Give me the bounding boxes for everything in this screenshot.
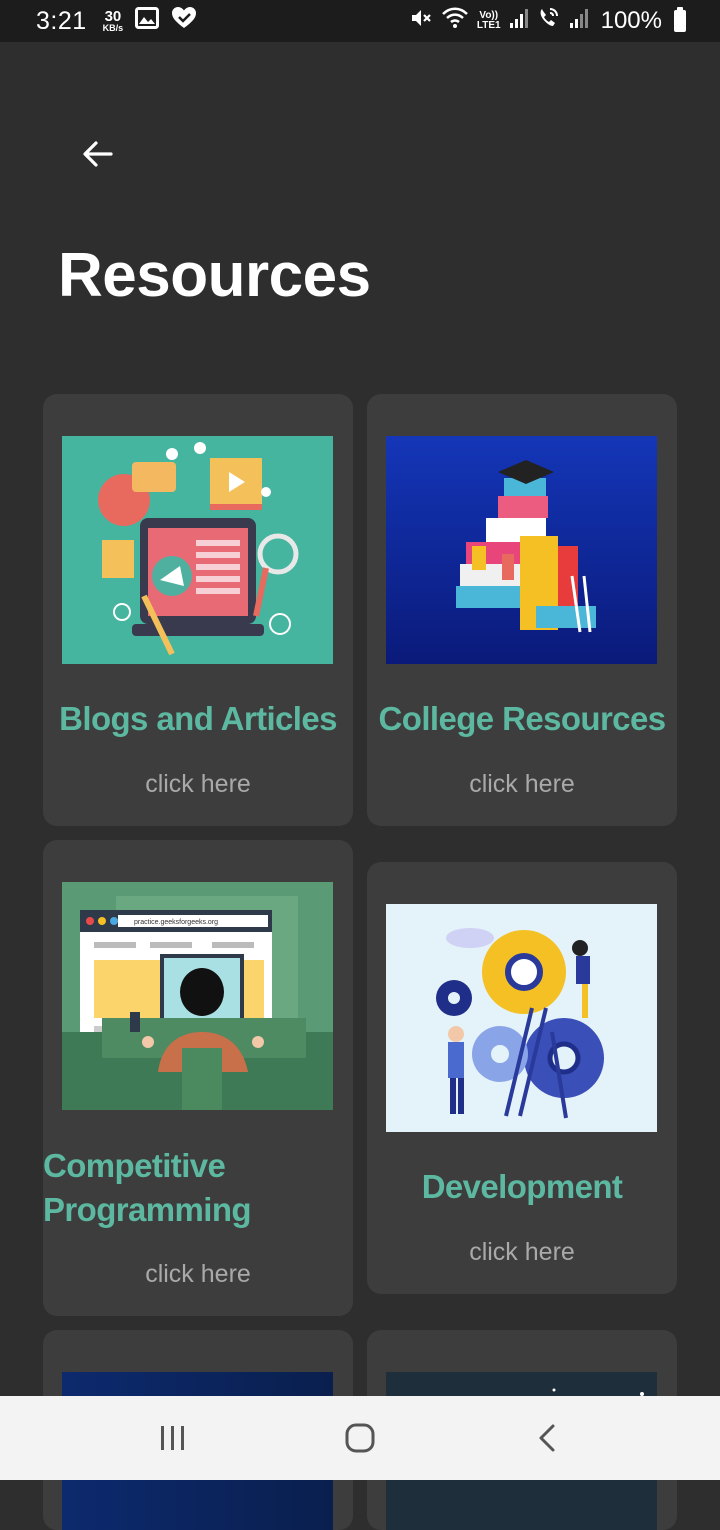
battery-percent: 100% bbox=[600, 7, 662, 34]
arrow-left-icon bbox=[83, 141, 113, 167]
status-time: 3:21 bbox=[36, 6, 87, 35]
card-title-college: College Resources bbox=[378, 700, 667, 737]
click-here-link-development[interactable]: click here bbox=[367, 1238, 677, 1267]
status-right: Vo)) LTE1 100% bbox=[409, 6, 686, 37]
card-title-competitive-programming: Competitive Programming bbox=[43, 1147, 252, 1228]
status-bar: 3:21 30 KB/s Vo)) LTE1 100% bbox=[0, 0, 720, 42]
heart-notification-icon bbox=[171, 6, 197, 37]
card-title-blogs: Blogs and Articles bbox=[59, 700, 337, 737]
resource-card-competitive-programming[interactable]: practice.geeksforgeeks.org Competitive P… bbox=[43, 840, 353, 1316]
card-title-development: Development bbox=[421, 1168, 623, 1205]
page-title: Resources bbox=[58, 241, 371, 310]
url-bar-text: practice.geeksforgeeks.org bbox=[134, 919, 218, 926]
resource-card-development[interactable]: Development click here bbox=[367, 862, 677, 1294]
wifi-calling-icon bbox=[537, 6, 561, 37]
lte-label: LTE1 bbox=[476, 20, 501, 31]
net-speed: 30 KB/s bbox=[103, 9, 124, 33]
system-nav-bar bbox=[0, 1396, 720, 1480]
blogs-illustration bbox=[62, 436, 333, 664]
click-here-link-competitive-programming[interactable]: click here bbox=[43, 1260, 353, 1289]
back-button[interactable] bbox=[74, 130, 122, 178]
wifi-icon bbox=[441, 6, 469, 37]
back-icon bbox=[539, 1424, 555, 1452]
net-speed-value: 30 bbox=[104, 8, 122, 25]
volte-indicator: Vo)) LTE1 bbox=[477, 11, 501, 31]
gears-illustration bbox=[386, 904, 657, 1132]
system-back-button[interactable] bbox=[507, 1408, 587, 1468]
college-books-illustration bbox=[386, 436, 657, 664]
gallery-icon bbox=[135, 6, 160, 36]
battery-icon bbox=[674, 7, 686, 32]
home-button[interactable] bbox=[320, 1408, 400, 1468]
signal-sim1-icon bbox=[509, 7, 529, 36]
mute-icon bbox=[409, 6, 433, 37]
click-here-link-blogs[interactable]: click here bbox=[43, 770, 353, 799]
resource-card-blogs[interactable]: Blogs and Articles click here bbox=[43, 394, 353, 826]
click-here-link-college[interactable]: click here bbox=[367, 770, 677, 799]
signal-sim2-icon bbox=[569, 7, 589, 36]
coder-illustration: practice.geeksforgeeks.org bbox=[62, 882, 333, 1110]
net-speed-unit: KB/s bbox=[102, 23, 124, 33]
status-left: 3:21 30 KB/s bbox=[36, 6, 197, 37]
resource-card-college[interactable]: College Resources click here bbox=[367, 394, 677, 826]
recent-apps-icon bbox=[161, 1426, 185, 1450]
home-icon bbox=[345, 1423, 375, 1453]
recent-apps-button[interactable] bbox=[133, 1408, 213, 1468]
